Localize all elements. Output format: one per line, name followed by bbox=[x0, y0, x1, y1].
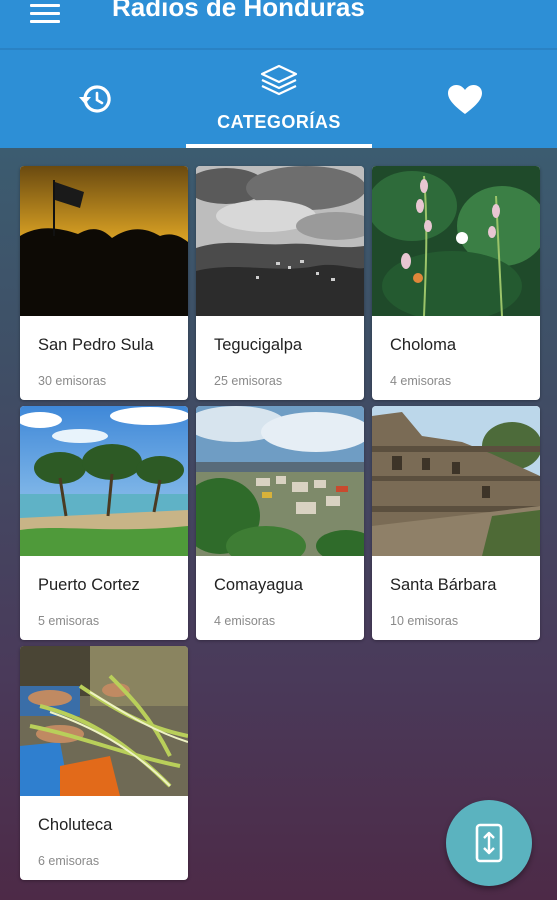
app-bar: Radios de Honduras bbox=[0, 0, 557, 48]
santa-barbara-photo bbox=[372, 406, 540, 556]
category-card-comayagua[interactable]: Comayagua 4 emisoras bbox=[196, 406, 364, 640]
history-icon bbox=[79, 85, 111, 113]
category-card-puerto-cortez[interactable]: Puerto Cortez 5 emisoras bbox=[20, 406, 188, 640]
category-count: 30 emisoras bbox=[38, 374, 107, 388]
category-count: 5 emisoras bbox=[38, 614, 100, 628]
category-card-san-pedro-sula[interactable]: San Pedro Sula 30 emisoras bbox=[20, 166, 188, 400]
choloma-photo bbox=[372, 166, 540, 316]
heart-icon bbox=[448, 85, 482, 114]
tegucigalpa-photo bbox=[196, 166, 364, 316]
tab-favorites[interactable] bbox=[430, 50, 500, 150]
tab-categories[interactable]: CATEGORÍAS bbox=[186, 50, 372, 150]
category-grid: San Pedro Sula 30 emisoras Tegucigalpa 2… bbox=[0, 148, 557, 900]
category-card-santa-barbara[interactable]: Santa Bárbara 10 emisoras bbox=[372, 406, 540, 640]
san-pedro-sula-photo bbox=[20, 166, 188, 316]
rotate-screen-button[interactable] bbox=[446, 800, 532, 886]
menu-icon[interactable] bbox=[30, 4, 60, 23]
category-card-choloma[interactable]: Choloma 4 emisoras bbox=[372, 166, 540, 400]
category-card-tegucigalpa[interactable]: Tegucigalpa 25 emisoras bbox=[196, 166, 364, 400]
category-name: Santa Bárbara bbox=[390, 576, 497, 594]
tab-history[interactable] bbox=[60, 50, 130, 150]
tab-bar: CATEGORÍAS bbox=[0, 48, 557, 148]
category-count: 4 emisoras bbox=[214, 614, 276, 628]
category-name: Puerto Cortez bbox=[38, 576, 140, 594]
category-count: 10 emisoras bbox=[390, 614, 459, 628]
category-card-choluteca[interactable]: Choluteca 6 emisoras bbox=[20, 646, 188, 880]
tab-categories-label: CATEGORÍAS bbox=[217, 112, 341, 132]
category-name: Comayagua bbox=[214, 576, 303, 594]
layers-icon bbox=[260, 64, 298, 96]
category-count: 4 emisoras bbox=[390, 374, 452, 388]
app-title: Radios de Honduras bbox=[112, 0, 365, 22]
puerto-cortez-photo bbox=[20, 406, 188, 556]
phone-rotate-icon bbox=[475, 823, 503, 863]
choluteca-photo bbox=[20, 646, 188, 796]
category-count: 6 emisoras bbox=[38, 854, 100, 868]
comayagua-photo bbox=[196, 406, 364, 556]
category-name: Choloma bbox=[390, 336, 457, 354]
category-count: 25 emisoras bbox=[214, 374, 283, 388]
category-name: Choluteca bbox=[38, 816, 113, 834]
category-name: San Pedro Sula bbox=[38, 336, 154, 354]
category-name: Tegucigalpa bbox=[214, 336, 303, 354]
